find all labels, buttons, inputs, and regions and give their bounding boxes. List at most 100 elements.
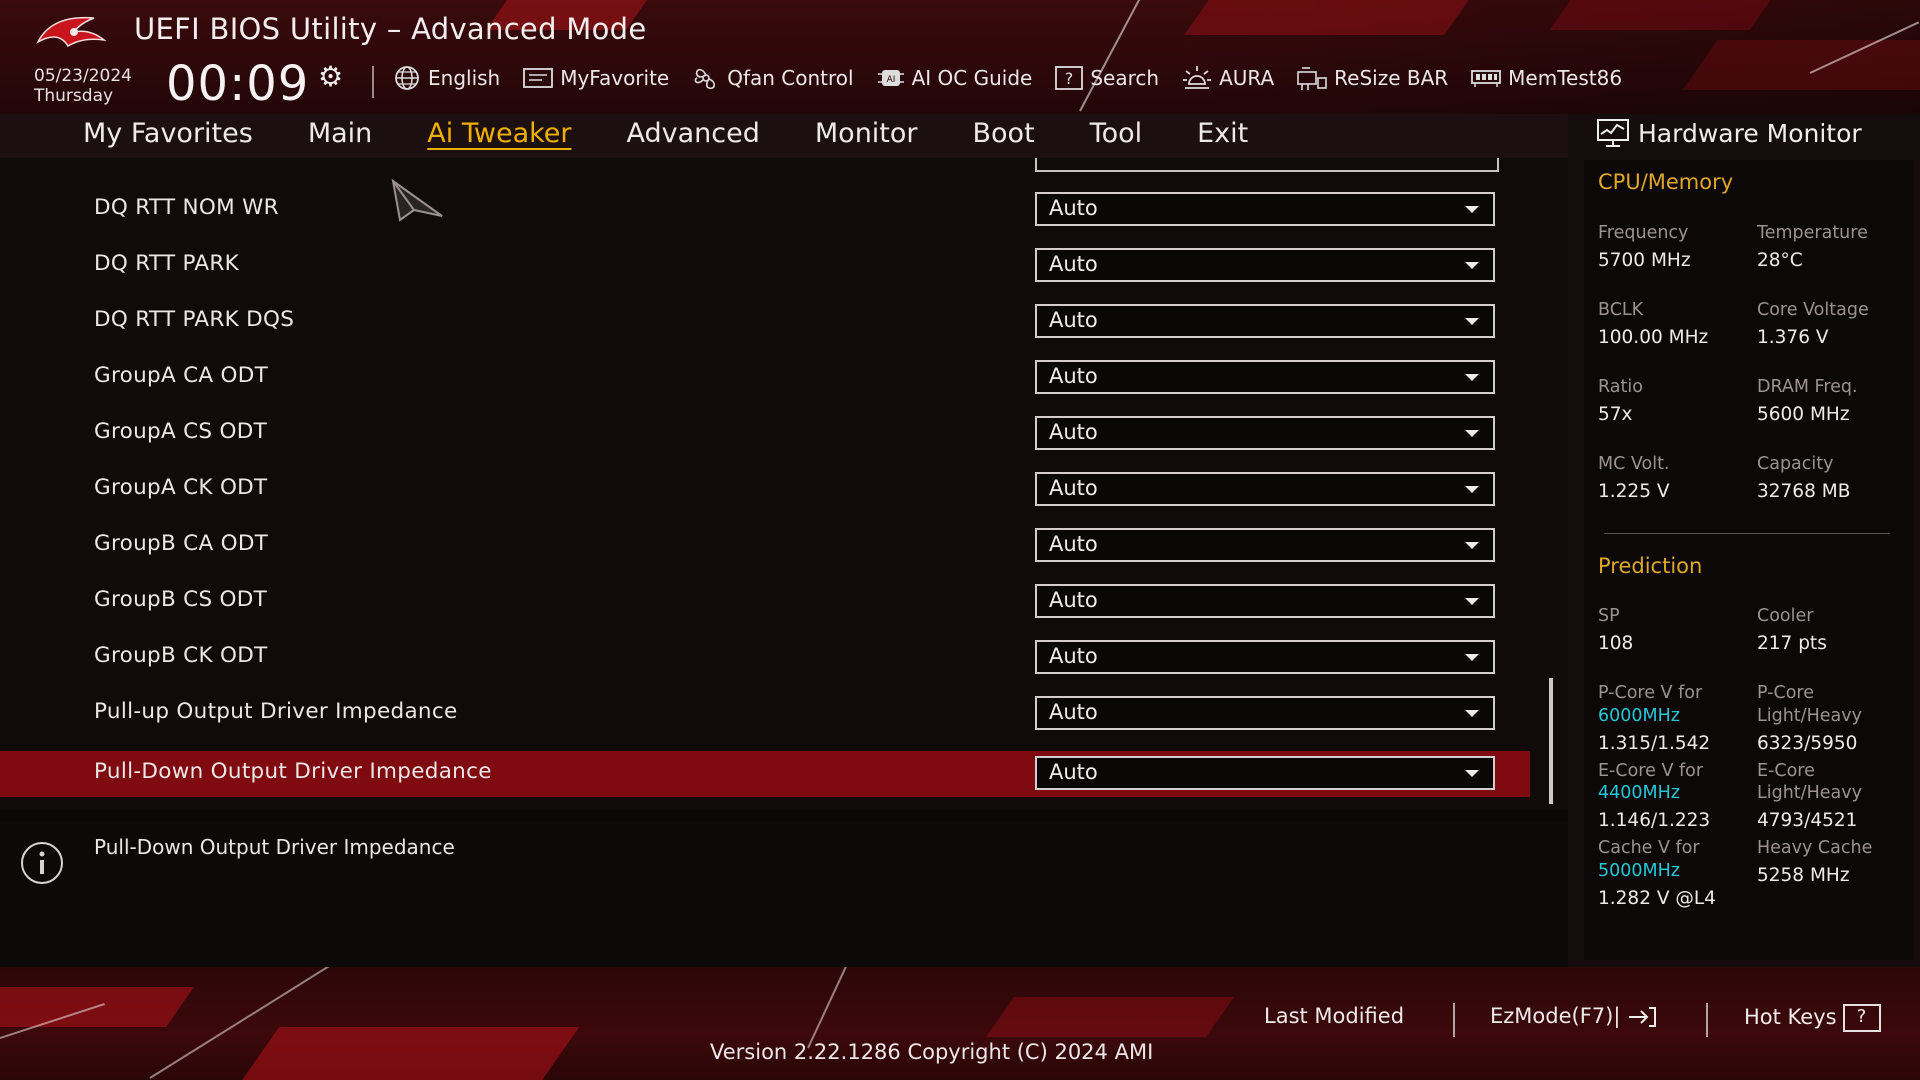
sp-value: 108 [1598,633,1634,654]
setting-row[interactable]: GroupB CA ODT Auto [0,523,1530,569]
cooler-value: 217 pts [1757,633,1827,654]
chevron-down-icon [1465,710,1479,717]
toolbar-memtest-label: MemTest86 [1508,66,1623,90]
toolbar-english-button[interactable]: English [392,65,500,91]
toolbar-ai-oc-guide-label: AI OC Guide [911,66,1033,90]
setting-label: GroupA CS ODT [94,419,268,444]
toolbar-resize-bar-button[interactable]: ReSize BAR [1296,64,1448,92]
hotkeys-button[interactable]: Hot Keys? [1744,1004,1881,1032]
temperature-label: Temperature [1757,223,1868,243]
cpu-memory-heading: CPU/Memory [1598,170,1734,194]
setting-dropdown[interactable]: Auto [1035,192,1495,226]
footer-divider [1706,1003,1708,1037]
globe-icon [395,66,419,90]
tab-advanced[interactable]: Advanced [627,118,760,149]
tab-boot[interactable]: Boot [973,118,1035,149]
toolbar-aura-label: AURA [1219,66,1275,90]
tab-exit[interactable]: Exit [1197,118,1248,149]
pcore-v-label: P-Core V for [1598,683,1703,703]
setting-row[interactable]: GroupA CK ODT Auto [0,467,1530,513]
clock-display[interactable]: 00:09 [166,56,309,112]
ezmode-label: EzMode(F7)| [1490,1004,1621,1028]
heavy-cache-value: 5258 MHz [1757,865,1850,886]
cache-v-label: Cache V for [1598,838,1700,858]
setting-dropdown[interactable]: Auto [1035,584,1495,618]
svg-text:AI: AI [886,75,895,85]
setting-row[interactable]: DQ RTT NOM WR Auto [0,187,1530,233]
setting-dropdown[interactable]: Auto [1035,640,1495,674]
toolbar-aura-button[interactable]: AURA [1181,64,1274,92]
setting-dropdown[interactable]: Auto [1035,416,1495,450]
chevron-down-icon [1465,598,1479,605]
chevron-down-icon [1465,262,1479,269]
pcore-lh-value: 6323/5950 [1757,733,1858,754]
clock-settings-gear-icon[interactable]: ⚙ [318,60,343,93]
frequency-label: Frequency [1598,223,1689,243]
dropdown-value: Auto [1049,760,1098,784]
last-modified-button[interactable]: Last Modified [1264,1004,1404,1028]
mouse-pointer-icon [391,178,443,222]
dropdown-value: Auto [1049,476,1098,500]
tab-tool[interactable]: Tool [1090,118,1142,149]
setting-label: GroupA CK ODT [94,475,268,500]
decor-stripe [240,1027,580,1080]
setting-row[interactable]: GroupB CK ODT Auto [0,635,1530,681]
dram-freq-value: 5600 MHz [1757,404,1850,425]
footer-divider [1453,1003,1455,1037]
toolbar-english-label: English [428,66,501,90]
setting-row[interactable]: GroupB CS ODT Auto [0,579,1530,625]
ratio-label: Ratio [1598,377,1643,397]
info-icon [21,842,63,884]
setting-dropdown[interactable]: Auto [1035,360,1495,394]
setting-row[interactable]: Pull-up Output Driver Impedance Auto [0,691,1530,737]
exit-arrow-icon [1629,1007,1657,1027]
settings-scrollbar[interactable] [1549,678,1553,804]
setting-dropdown[interactable]: Auto [1035,472,1495,506]
aura-light-icon [1183,66,1212,89]
chevron-down-icon [1465,318,1479,325]
setting-label: DQ RTT PARK DQS [94,307,295,332]
bclk-label: BCLK [1598,300,1644,320]
setting-dropdown[interactable]: Auto [1035,304,1495,338]
dropdown-value: Auto [1049,532,1098,556]
cache-v-freq: 5000MHz [1598,861,1680,881]
setting-row-selected[interactable]: Pull-Down Output Driver Impedance Auto [0,751,1530,797]
setting-dropdown[interactable]: Auto [1035,528,1495,562]
setting-dropdown[interactable]: Auto [1035,248,1495,282]
pcore-lh-label-2: Light/Heavy [1757,706,1862,726]
dropdown-value: Auto [1049,700,1098,724]
tab-my-favorites[interactable]: My Favorites [83,118,253,149]
question-key-icon: ? [1842,1004,1881,1032]
toolbar-myfavorite-label: MyFavorite [560,66,670,90]
setting-dropdown[interactable]: Auto [1035,756,1495,790]
cache-v-value: 1.282 V @L4 [1598,888,1716,909]
decor-stripe [1184,0,1476,35]
ezmode-button[interactable]: EzMode(F7)| [1490,1004,1657,1028]
setting-row[interactable]: DQ RTT PARK DQS Auto [0,299,1530,345]
setting-label: DQ RTT NOM WR [94,195,279,220]
main-tabs: My Favorites Main Ai Tweaker Advanced Mo… [83,118,1303,149]
setting-row[interactable]: GroupA CS ODT Auto [0,411,1530,457]
ecore-lh-value: 4793/4521 [1757,810,1858,831]
decor-stripe [985,997,1235,1037]
hardware-monitor-header: Hardware Monitor [1596,118,1862,148]
setting-label: Pull-up Output Driver Impedance [94,699,458,724]
ecore-v-value: 1.146/1.223 [1598,810,1711,831]
setting-label: DQ RTT PARK [94,251,240,276]
setting-row[interactable]: DQ RTT PARK Auto [0,243,1530,289]
section-divider [1604,533,1890,534]
toolbar-qfan-button[interactable]: Qfan Control [691,64,854,92]
setting-dropdown[interactable]: Auto [1035,696,1495,730]
tab-ai-tweaker[interactable]: Ai Tweaker [427,118,571,149]
toolbar-myfavorite-button[interactable]: MyFavorite [522,66,669,90]
toolbar-search-button[interactable]: ? Search [1054,65,1159,91]
toolbar-resize-bar-label: ReSize BAR [1334,66,1449,90]
tab-main[interactable]: Main [308,118,372,149]
toolbar-ai-oc-guide-button[interactable]: AI AI OC Guide [876,65,1033,91]
tab-monitor[interactable]: Monitor [815,118,918,149]
app-title: UEFI BIOS Utility – Advanced Mode [134,12,647,46]
toolbar-memtest-button[interactable]: MemTest86 [1470,66,1622,90]
toolbar-qfan-label: Qfan Control [727,66,854,90]
mc-volt-value: 1.225 V [1598,481,1670,502]
setting-row[interactable]: GroupA CA ODT Auto [0,355,1530,401]
